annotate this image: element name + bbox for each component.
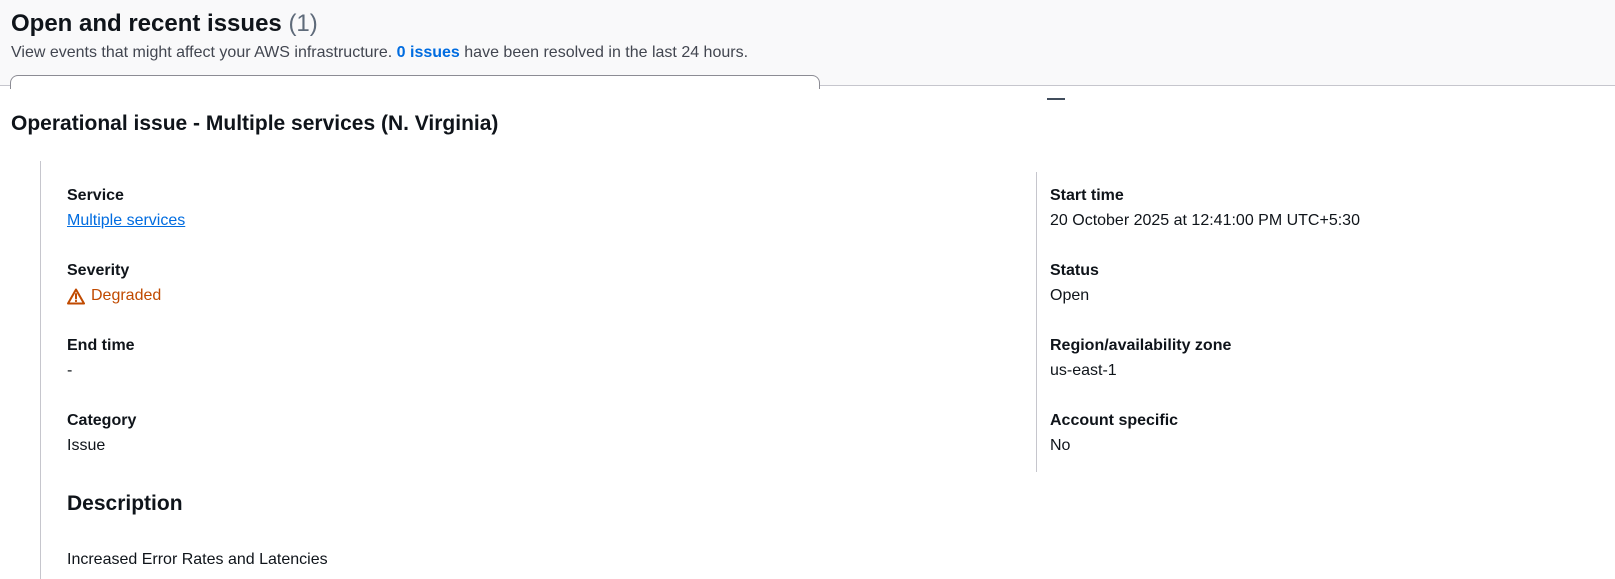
service-link[interactable]: Multiple services [67,212,185,229]
start-time-value: 20 October 2025 at 12:41:00 PM UTC+5:30 [1050,212,1360,229]
account-specific-value: No [1050,437,1071,454]
region-field: Region/availability zone us-east-1 [1050,336,1231,381]
event-panel-title: Operational issue - Multiple services (N… [11,112,499,135]
page-title: Open and recent issues (1) [11,9,318,39]
category-field: Category Issue [67,411,136,456]
filter-input[interactable] [10,75,820,89]
start-time-field: Start time 20 October 2025 at 12:41:00 P… [1050,186,1360,231]
subtitle-text-before: View events that might affect your AWS i… [11,44,393,61]
status-label: Status [1050,262,1099,279]
resolved-issues-link[interactable]: 0 issues [397,44,460,61]
details-left-border [40,161,41,579]
column-divider [1036,172,1037,472]
start-time-label: Start time [1050,187,1124,204]
account-specific-field: Account specific No [1050,411,1178,456]
severity-label: Severity [67,262,130,279]
category-value: Issue [67,437,106,454]
status-field: Status Open [1050,261,1099,306]
subtitle-text-after: have been resolved in the last 24 hours. [464,44,749,61]
region-label: Region/availability zone [1050,337,1232,354]
category-label: Category [67,412,137,429]
status-value: Open [1050,287,1090,304]
severity-field: Severity Degraded [67,261,161,306]
service-field: Service Multiple services [67,186,185,231]
end-time-field: End time - [67,336,135,381]
split-panel-resize-handle[interactable] [1047,98,1065,100]
description-text: Increased Error Rates and Latencies [67,551,328,568]
account-specific-label: Account specific [1050,412,1179,429]
issue-count: (1) [288,10,318,37]
severity-text: Degraded [91,287,162,304]
issues-header-section: Open and recent issues (1) View events t… [0,0,1615,89]
end-time-label: End time [67,337,135,354]
description-heading: Description [67,492,183,515]
region-value: us-east-1 [1050,362,1117,379]
page-subtitle: View events that might affect your AWS i… [11,43,748,63]
page-title-text: Open and recent issues [11,10,282,37]
end-time-value: - [67,362,73,379]
severity-value: Degraded [67,286,161,306]
service-label: Service [67,187,124,204]
warning-icon [67,288,85,305]
